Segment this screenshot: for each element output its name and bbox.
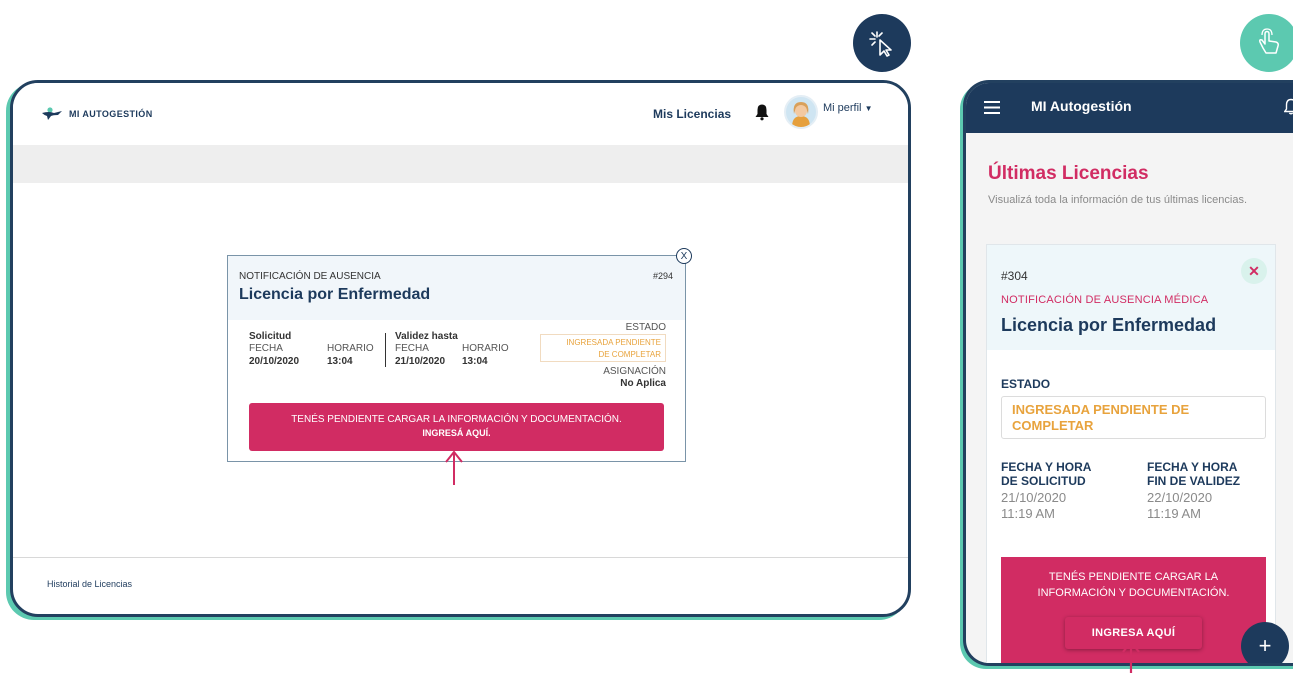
page-description: Visualizá toda la información de tus últ… [988,194,1248,206]
profile-label: Mi perfil [823,102,862,114]
footer-link-historial[interactable]: Historial de Licencias [47,579,132,589]
mobile-navbar: MI Autogestión [966,83,1293,133]
close-icon[interactable]: ✕ [1241,258,1267,284]
solicitud-fecha-label: FECHA [249,343,283,354]
validez-value: 22/10/2020 11:19 AM [1147,490,1212,522]
up-arrow-icon [1122,640,1140,673]
modal-header: NOTIFICACIÓN DE AUSENCIA #294 Licencia p… [228,256,685,320]
mobile-touch-badge [1240,14,1293,72]
cta-line1: TENÉS PENDIENTE CARGAR LA INFORMACIÓN Y … [291,414,622,425]
solicitud-hora: 13:04 [327,356,353,367]
caret-down-icon: ▼ [864,104,873,113]
validez-fecha-label: FECHA [395,343,429,354]
desktop-window: MI AUTOGESTIÓN Mis Licencias Mi perfil ▼… [10,80,911,617]
logo-text: MI AUTOGESTIÓN [69,109,153,119]
license-title: Licencia por Enfermedad [1001,315,1217,335]
solicitud-fecha: 20/10/2020 [249,356,300,367]
touch-hand-icon [1259,28,1279,54]
app-logo[interactable]: MI AUTOGESTIÓN [41,107,153,121]
validez-hora: 11:19 AM [1147,506,1201,521]
bell-icon[interactable] [1284,98,1293,115]
solicitud-horario-label: HORARIO [327,343,374,354]
modal-number: #294 [652,271,673,281]
status-value-line1: INGRESADA PENDIENTE [566,338,661,347]
status-badge: INGRESADA PENDIENTE DE COMPLETAR [1001,396,1266,439]
complete-info-button[interactable]: TENÉS PENDIENTE CARGAR LA INFORMACIÓN Y … [249,403,664,451]
validez-fecha: 21/10/2020 [395,356,446,367]
logo-icon [42,107,62,120]
bell-icon[interactable] [754,103,770,126]
mobile-window: MI Autogestión Últimas Licencias Visuali… [963,80,1293,666]
license-card-header: #304 NOTIFICACIÓN DE AUSENCIA MÉDICA Lic… [987,245,1275,350]
validez-hora: 13:04 [462,356,488,367]
license-card: #304 NOTIFICACIÓN DE AUSENCIA MÉDICA Lic… [986,244,1276,663]
license-subtitle: NOTIFICACIÓN DE AUSENCIA MÉDICA [1001,294,1209,306]
desktop-header: MI AUTOGESTIÓN Mis Licencias Mi perfil ▼ [13,83,908,145]
nav-mis-licencias[interactable]: Mis Licencias [653,107,731,121]
profile-menu[interactable]: Mi perfil ▼ [823,102,873,114]
avatar-icon [786,97,816,127]
validez-label: FECHA Y HORA FIN DE VALIDEZ [1147,460,1240,488]
status-value-line2: DE COMPLETAR [598,350,661,359]
solicitud-hora: 11:19 AM [1001,506,1055,521]
validez-label-line1: FECHA Y HORA [1147,460,1238,474]
menu-icon[interactable] [984,101,1000,114]
close-icon[interactable]: X [676,248,692,264]
solicitud-label-line1: FECHA Y HORA [1001,460,1092,474]
plus-icon[interactable]: + [1241,622,1289,663]
asignacion-label: ASIGNACIÓN [603,366,666,377]
validez-horario-label: HORARIO [462,343,509,354]
modal-subtitle: NOTIFICACIÓN DE AUSENCIA [239,271,381,282]
header-band [13,145,908,183]
solicitud-value: 21/10/2020 11:19 AM [1001,490,1066,522]
modal-title: Licencia por Enfermedad [239,286,431,303]
cta-text: TENÉS PENDIENTE CARGAR LA INFORMACIÓN Y … [1037,571,1230,599]
click-cursor-icon [869,31,892,57]
cta-line2: INGRESÁ AQUÍ. [422,428,491,438]
validez-fecha: 22/10/2020 [1147,490,1213,505]
footer-divider [13,557,908,558]
up-arrow-icon [445,450,463,485]
validez-label-line2: FIN DE VALIDEZ [1147,474,1241,488]
solicitud-label-line2: DE SOLICITUD [1001,474,1086,488]
solicitud-fecha: 21/10/2020 [1001,490,1067,505]
asignacion-value: No Aplica [620,378,666,389]
absence-notification-modal: NOTIFICACIÓN DE AUSENCIA #294 Licencia p… [227,248,692,462]
desktop-click-badge [853,14,911,72]
avatar[interactable] [784,95,818,129]
status-badge: INGRESADA PENDIENTE DE COMPLETAR [540,334,666,362]
estado-label: ESTADO [1001,377,1051,391]
page-title: Últimas Licencias [988,163,1149,184]
validez-label: Validez hasta [395,331,458,342]
license-number: #304 [1001,269,1028,283]
estado-label: ESTADO [625,322,666,333]
solicitud-label: Solicitud [249,331,292,342]
solicitud-label: FECHA Y HORA DE SOLICITUD [1001,460,1091,488]
mobile-app-title: MI Autogestión [1031,98,1132,114]
column-divider [385,333,386,367]
